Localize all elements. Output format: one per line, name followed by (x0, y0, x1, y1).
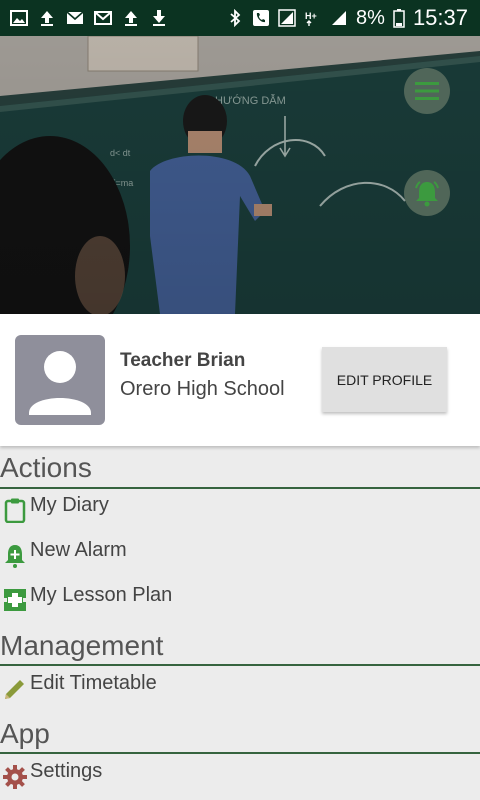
hplus-icon: H+ (305, 11, 317, 26)
section-divider (0, 664, 480, 666)
upload-icon (41, 11, 53, 26)
notification-icons (10, 8, 168, 28)
svg-text:H+: H+ (305, 11, 317, 21)
hamburger-icon (415, 82, 439, 100)
menu-item-my-diary[interactable]: My Diary (0, 494, 480, 534)
section-title-management: Management (0, 630, 164, 661)
battery-percent: 8% (356, 6, 385, 29)
phone-icon (253, 10, 270, 26)
download-icon (153, 10, 165, 26)
person-icon (29, 351, 91, 415)
clipboard-icon (4, 498, 26, 523)
upload-icon (125, 11, 137, 26)
section-divider (0, 752, 480, 754)
bell-icon (415, 181, 439, 207)
status-bar: H+ 8% 15:37 (0, 0, 480, 36)
profile-name: Teacher Brian (120, 350, 246, 371)
section-divider (0, 487, 480, 489)
header-image: HƯỚNG DẪM d< dt F=ma (0, 36, 480, 314)
menu-item-new-alarm[interactable]: New Alarm (0, 539, 480, 579)
add-alarm-icon (5, 545, 25, 568)
menu-item-settings[interactable]: Settings (0, 760, 480, 800)
menu-button[interactable] (404, 68, 450, 114)
menu-item-label: Settings (30, 760, 103, 782)
section-title-actions: Actions (0, 452, 92, 483)
menu-item-label: My Lesson Plan (30, 584, 173, 606)
bluetooth-icon (230, 9, 241, 27)
signal-icon (278, 9, 296, 27)
menu-item-edit-timetable[interactable]: Edit Timetable (0, 672, 480, 712)
profile-card: Teacher Brian Orero High School EDIT PRO… (0, 314, 480, 446)
system-icons: H+ 8% 15:37 (226, 5, 468, 31)
mail-icon (66, 11, 84, 24)
cell-signal-icon (332, 11, 347, 25)
edit-profile-button[interactable]: EDIT PROFILE (322, 347, 447, 412)
profile-school: Orero High School (120, 378, 285, 400)
pencil-icon (5, 680, 24, 699)
menu-item-label: Edit Timetable (30, 672, 157, 694)
lesson-plan-icon (4, 589, 26, 611)
gmail-icon (94, 11, 112, 25)
menu-item-my-lesson-plan[interactable]: My Lesson Plan (0, 584, 480, 624)
menu-item-label: New Alarm (30, 539, 127, 561)
avatar (15, 335, 105, 425)
gear-icon (3, 765, 27, 789)
menu-item-label: My Diary (30, 494, 109, 516)
image-icon (10, 10, 28, 26)
alarm-button[interactable] (404, 170, 450, 216)
section-title-app: App (0, 718, 50, 749)
battery-icon (393, 9, 405, 28)
clock: 15:37 (412, 5, 468, 30)
